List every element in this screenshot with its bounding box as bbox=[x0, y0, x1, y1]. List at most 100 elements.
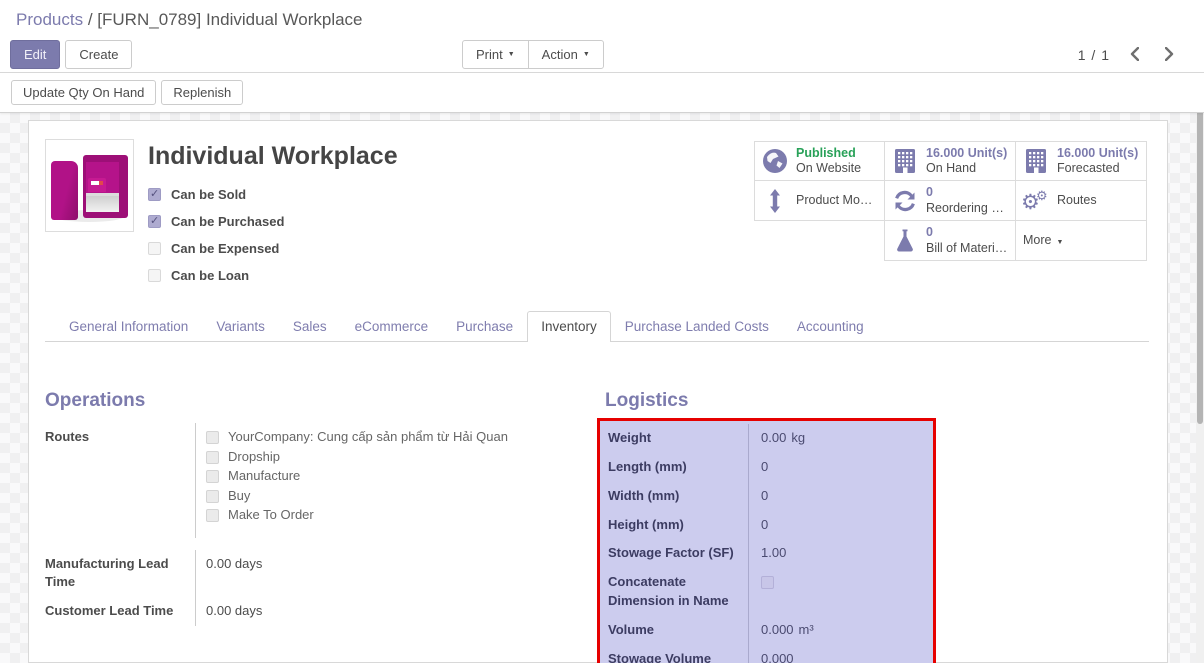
field-value: 0.00 days bbox=[195, 550, 597, 598]
stat-button-reordering-rules[interactable]: 0Reordering R… bbox=[884, 180, 1016, 221]
product-image[interactable] bbox=[45, 139, 134, 232]
product-flag-row: Can be Sold bbox=[148, 187, 754, 202]
checkbox[interactable] bbox=[206, 509, 219, 522]
tab-purchase[interactable]: Purchase bbox=[442, 311, 527, 342]
route-option-label: Make To Order bbox=[228, 506, 314, 525]
stat-button-bill-of-materials[interactable]: 0Bill of Materials bbox=[884, 220, 1016, 261]
stat-value: 16.000 Unit(s) bbox=[926, 146, 1007, 161]
checkbox[interactable] bbox=[148, 269, 161, 282]
product-header: Individual Workplace Can be Sold Can be P… bbox=[45, 133, 1149, 295]
route-option-label: Dropship bbox=[228, 448, 280, 467]
tab-general-information[interactable]: General Information bbox=[55, 311, 202, 342]
route-option-row: Buy bbox=[206, 487, 597, 507]
checkbox[interactable] bbox=[148, 188, 161, 201]
pager-next-button[interactable] bbox=[1159, 45, 1180, 66]
stat-label: Forecasted bbox=[1057, 161, 1138, 176]
field-row: Customer Lead Time0.00 days bbox=[45, 597, 597, 626]
field-label: Customer Lead Time bbox=[45, 597, 195, 626]
field-value: 0 bbox=[761, 488, 768, 503]
stat-button-on-website[interactable]: PublishedOn Website bbox=[754, 141, 885, 181]
tab-inventory[interactable]: Inventory bbox=[527, 311, 611, 342]
field-row: Length (mm)0 bbox=[608, 453, 925, 482]
checkbox[interactable] bbox=[206, 451, 219, 464]
product-flag-row: Can be Loan bbox=[148, 268, 754, 283]
refresh-icon bbox=[892, 189, 918, 213]
route-option-row: Dropship bbox=[206, 448, 597, 468]
field-value: 0 bbox=[761, 517, 768, 532]
breadcrumb: Products / [FURN_0789] Individual Workpl… bbox=[0, 0, 1204, 37]
stat-button-forecasted[interactable]: 16.000 Unit(s)Forecasted bbox=[1015, 141, 1147, 181]
notebook-tabs: General InformationVariantsSaleseCommerc… bbox=[45, 311, 1149, 342]
route-option-row: YourCompany: Cung cấp sản phẩm từ Hải Qu… bbox=[206, 428, 597, 448]
action-dropdown-button[interactable]: Action ▼ bbox=[528, 40, 604, 69]
logistics-heading: Logistics bbox=[605, 390, 1149, 412]
tab-variants[interactable]: Variants bbox=[202, 311, 279, 342]
checkbox[interactable] bbox=[206, 431, 219, 444]
field-row: Stowage Factor (SF)1.00 bbox=[608, 539, 925, 568]
checkbox[interactable] bbox=[148, 215, 161, 228]
field-row: Weight0.00kg bbox=[608, 424, 925, 453]
caret-down-icon: ▼ bbox=[508, 51, 515, 58]
operations-heading: Operations bbox=[45, 390, 597, 412]
print-dropdown-button[interactable]: Print ▼ bbox=[462, 40, 529, 69]
caret-down-icon: ▼ bbox=[1056, 239, 1063, 246]
tab-accounting[interactable]: Accounting bbox=[783, 311, 878, 342]
route-option-row: Manufacture bbox=[206, 467, 597, 487]
pager-previous-button[interactable] bbox=[1124, 45, 1145, 66]
globe-icon bbox=[762, 148, 788, 174]
route-option-label: Buy bbox=[228, 487, 250, 506]
field-label: Length (mm) bbox=[608, 453, 748, 482]
field-label: Manufacturing Lead Time bbox=[45, 550, 195, 598]
checkbox[interactable] bbox=[206, 490, 219, 503]
scrollbar-thumb[interactable] bbox=[1197, 82, 1203, 424]
stat-button-routes[interactable]: ⚙⚙Routes bbox=[1015, 180, 1147, 221]
route-option-row: Make To Order bbox=[206, 506, 597, 526]
checkbox[interactable] bbox=[206, 470, 219, 483]
field-label: Width (mm) bbox=[608, 482, 748, 511]
flag-label: Can be Sold bbox=[171, 187, 246, 202]
edit-button[interactable]: Edit bbox=[10, 40, 60, 69]
checkbox[interactable] bbox=[148, 242, 161, 255]
product-flags: Can be Sold Can be Purchased Can be Expens… bbox=[148, 187, 754, 283]
stat-value: 16.000 Unit(s) bbox=[1057, 146, 1138, 161]
arrows-v-icon bbox=[762, 188, 788, 214]
tab-sales[interactable]: Sales bbox=[279, 311, 341, 342]
field-label: Weight bbox=[608, 424, 748, 453]
stat-value: 0 bbox=[926, 225, 1008, 240]
stat-button-more[interactable]: More▼ bbox=[1015, 220, 1147, 261]
operations-group: Operations Routes YourCompany: Cung cấp … bbox=[45, 390, 597, 663]
stat-value: 0 bbox=[926, 185, 1008, 200]
routes-field-label: Routes bbox=[45, 423, 195, 538]
pager-value[interactable]: 1 / 1 bbox=[1078, 47, 1110, 63]
vertical-scrollbar[interactable] bbox=[1196, 73, 1204, 663]
stat-button-box: PublishedOn Website16.000 Unit(s)On Hand… bbox=[754, 141, 1149, 261]
field-label: Volume bbox=[608, 616, 748, 645]
create-button[interactable]: Create bbox=[65, 40, 132, 69]
replenish-button[interactable]: Replenish bbox=[161, 80, 243, 105]
field-label: Concatenate Dimension in Name bbox=[608, 568, 748, 616]
building-icon bbox=[892, 148, 918, 174]
field-value: 0.00 days bbox=[195, 597, 597, 626]
field-label: Stowage Volume (m3) bbox=[608, 645, 748, 663]
tab-ecommerce[interactable]: eCommerce bbox=[341, 311, 443, 342]
update-qty-on-hand-button[interactable]: Update Qty On Hand bbox=[11, 80, 156, 105]
tab-purchase-landed-costs[interactable]: Purchase Landed Costs bbox=[611, 311, 783, 342]
form-sheet: Individual Workplace Can be Sold Can be P… bbox=[28, 120, 1168, 663]
form-action-buttons: Update Qty On HandReplenish bbox=[0, 73, 1204, 113]
flag-label: Can be Purchased bbox=[171, 214, 284, 229]
stat-label: Product Moves bbox=[796, 193, 877, 208]
page-title: Individual Workplace bbox=[148, 142, 754, 171]
stat-button-on-hand[interactable]: 16.000 Unit(s)On Hand bbox=[884, 141, 1016, 181]
stat-label: On Website bbox=[796, 161, 861, 176]
flag-label: Can be Expensed bbox=[171, 241, 279, 256]
breadcrumb-parent-link[interactable]: Products bbox=[16, 10, 83, 29]
stat-button-product-moves[interactable]: Product Moves bbox=[754, 180, 885, 221]
flask-icon bbox=[892, 228, 918, 254]
field-row: Manufacturing Lead Time0.00 days bbox=[45, 550, 597, 598]
stat-label: On Hand bbox=[926, 161, 1007, 176]
field-unit: kg bbox=[791, 430, 805, 445]
flag-label: Can be Loan bbox=[171, 268, 249, 283]
product-flag-row: Can be Purchased bbox=[148, 214, 754, 229]
checkbox[interactable] bbox=[761, 576, 774, 589]
control-panel: Edit Create Print ▼ Action ▼ 1 / 1 bbox=[0, 37, 1204, 73]
